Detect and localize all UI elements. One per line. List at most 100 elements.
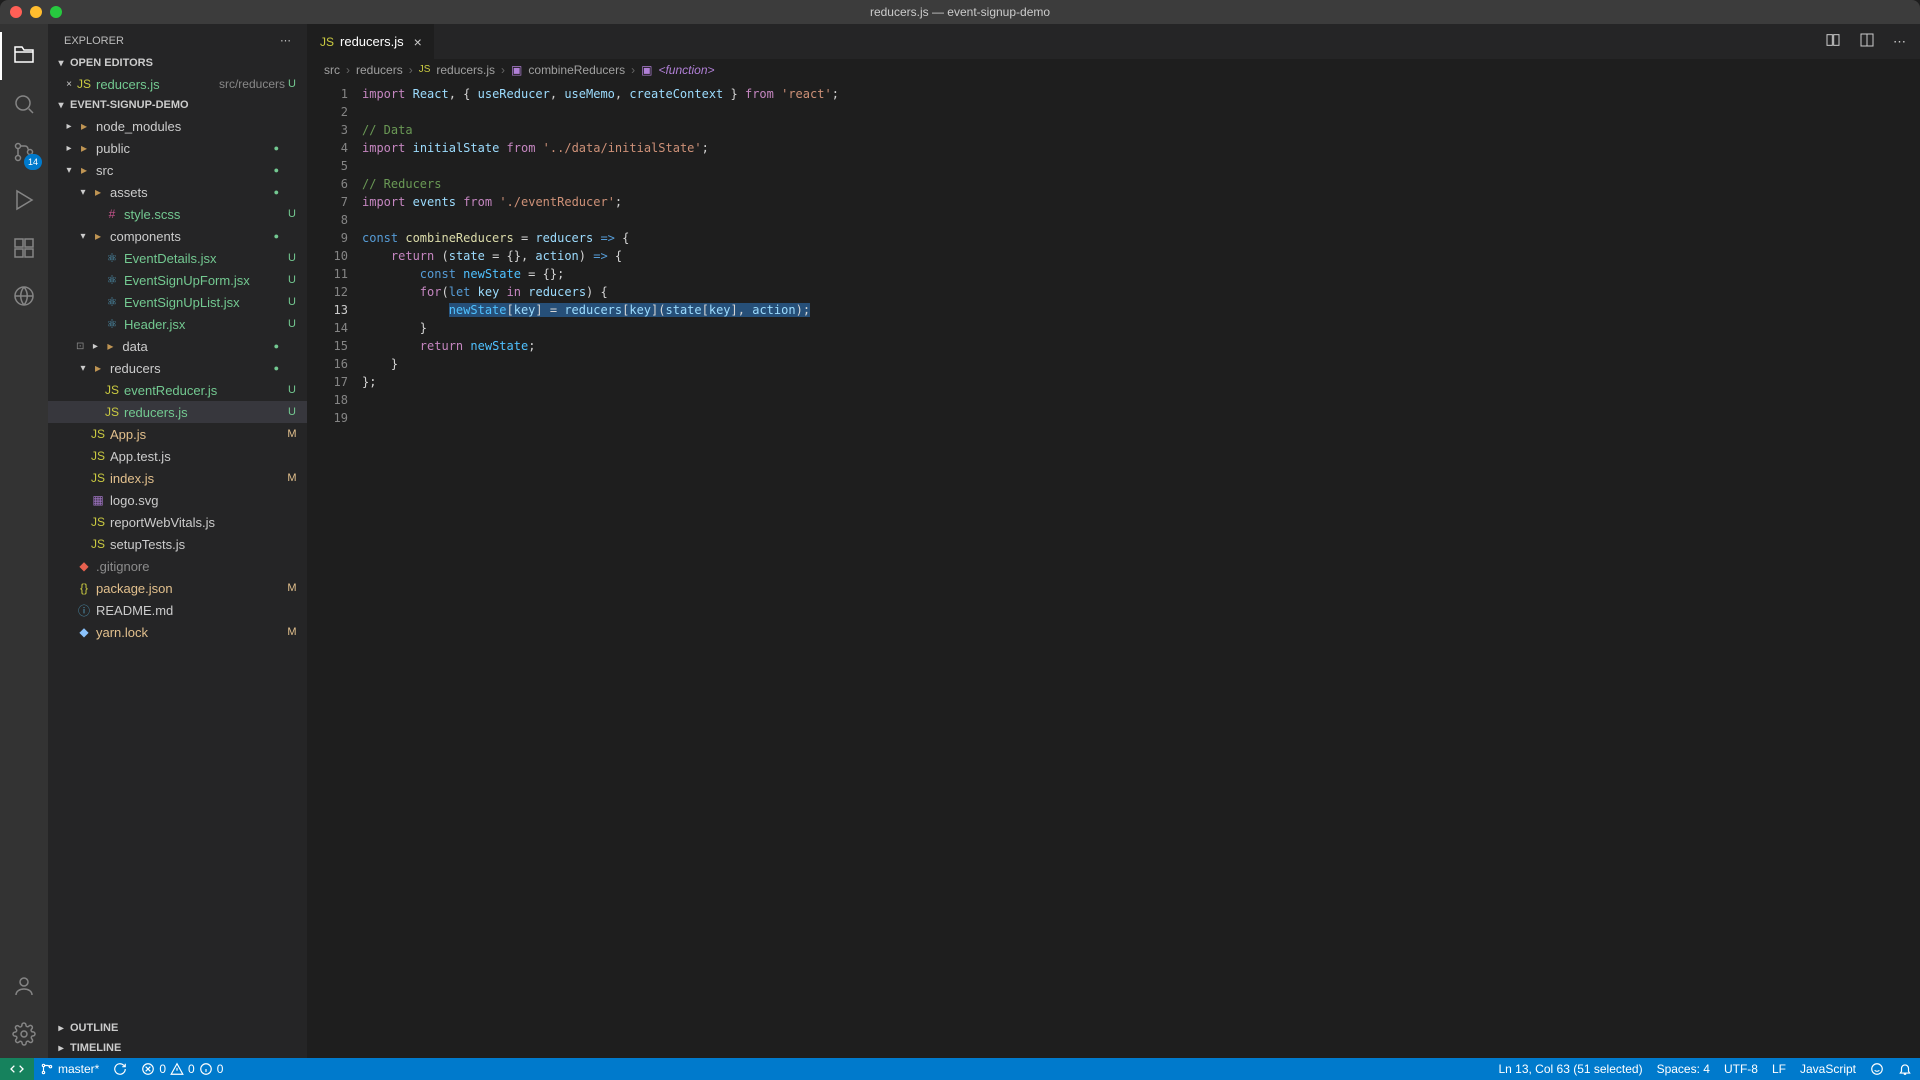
folder-item[interactable]: ⊡▸▸data● <box>48 335 307 357</box>
file-item[interactable]: ⓘREADME.md <box>48 599 307 621</box>
file-item[interactable]: JSeventReducer.jsU <box>48 379 307 401</box>
sidebar-more-icon[interactable]: ⋯ <box>280 34 291 47</box>
notifications-icon[interactable] <box>1898 1062 1912 1076</box>
file-item[interactable]: ▦logo.svg <box>48 489 307 511</box>
close-tab-icon[interactable]: × <box>414 34 422 50</box>
file-item[interactable]: JSApp.test.js <box>48 445 307 467</box>
explorer-icon[interactable] <box>0 32 48 80</box>
code-line[interactable]: for(let key in reducers) { <box>358 283 1920 301</box>
split-editor-icon[interactable] <box>1859 32 1875 51</box>
chevron-down-icon[interactable]: ▾ <box>76 363 90 374</box>
project-section[interactable]: ▾ EVENT-SIGNUP-DEMO <box>48 95 307 115</box>
open-editor-item[interactable]: ×JSreducers.jssrc/reducersU <box>48 73 307 95</box>
folder-item[interactable]: ▾▸reducers● <box>48 357 307 379</box>
code-line[interactable]: import initialState from '../data/initia… <box>358 139 1920 157</box>
code-line[interactable]: const newState = {}; <box>358 265 1920 283</box>
code-line[interactable] <box>358 391 1920 409</box>
encoding[interactable]: UTF-8 <box>1724 1062 1758 1076</box>
compare-changes-icon[interactable] <box>1825 32 1841 51</box>
chevron-down-icon[interactable]: ▾ <box>76 231 90 242</box>
more-actions-icon[interactable]: ⋯ <box>1893 34 1906 50</box>
run-debug-icon[interactable] <box>0 176 48 224</box>
extensions-icon[interactable] <box>0 224 48 272</box>
open-editors-section[interactable]: ▾ OPEN EDITORS <box>48 53 307 73</box>
chevron-right-icon[interactable]: ▸ <box>62 143 76 154</box>
file-item[interactable]: JSreducers.jsU <box>48 401 307 423</box>
code-line[interactable]: } <box>358 355 1920 373</box>
code-line[interactable]: const combineReducers = reducers => { <box>358 229 1920 247</box>
eol[interactable]: LF <box>1772 1062 1786 1076</box>
file-item[interactable]: JSsetupTests.js <box>48 533 307 555</box>
remote-indicator-icon[interactable] <box>0 1058 34 1080</box>
open-editors-label: OPEN EDITORS <box>70 57 153 69</box>
breadcrumb-item[interactable]: reducers <box>356 63 403 77</box>
code-line[interactable]: // Data <box>358 121 1920 139</box>
git-status: U <box>285 384 299 396</box>
file-item[interactable]: JSreportWebVitals.js <box>48 511 307 533</box>
breadcrumb-symbol[interactable]: <function> <box>658 63 714 77</box>
outline-section[interactable]: ▸ OUTLINE <box>48 1018 307 1038</box>
indentation[interactable]: Spaces: 4 <box>1657 1062 1710 1076</box>
cursor-position[interactable]: Ln 13, Col 63 (51 selected) <box>1498 1062 1642 1076</box>
settings-gear-icon[interactable] <box>0 1010 48 1058</box>
code-line[interactable]: }; <box>358 373 1920 391</box>
code-line[interactable]: // Reducers <box>358 175 1920 193</box>
breadcrumb[interactable]: src › reducers › JS reducers.js › ▣ comb… <box>308 59 1920 81</box>
code-line[interactable]: } <box>358 319 1920 337</box>
file-item[interactable]: ⚛Header.jsxU <box>48 313 307 335</box>
breadcrumb-item[interactable]: src <box>324 63 340 77</box>
folder-item[interactable]: ▾▸assets● <box>48 181 307 203</box>
file-item[interactable]: ◆.gitignore <box>48 555 307 577</box>
file-item[interactable]: #style.scssU <box>48 203 307 225</box>
code-editor[interactable]: 12345678910111213💡141516171819 import Re… <box>308 81 1920 1058</box>
feedback-icon[interactable] <box>1870 1062 1884 1076</box>
accounts-icon[interactable] <box>0 962 48 1010</box>
breadcrumb-item[interactable]: reducers.js <box>436 63 495 77</box>
search-icon[interactable] <box>0 80 48 128</box>
code-line[interactable] <box>358 409 1920 427</box>
code-line[interactable]: import events from './eventReducer'; <box>358 193 1920 211</box>
code-line[interactable] <box>358 211 1920 229</box>
chevron-down-icon[interactable]: ▾ <box>76 187 90 198</box>
file-item[interactable]: ⚛EventDetails.jsxU <box>48 247 307 269</box>
code-content[interactable]: import React, { useReducer, useMemo, cre… <box>358 81 1920 1058</box>
modified-dot-icon: ● <box>274 231 279 241</box>
folder-item[interactable]: ▾▸src● <box>48 159 307 181</box>
close-window-icon[interactable] <box>10 6 22 18</box>
item-label: src <box>96 163 274 178</box>
language-mode[interactable]: JavaScript <box>1800 1062 1856 1076</box>
remote-icon[interactable] <box>0 272 48 320</box>
file-item[interactable]: ⚛EventSignUpForm.jsxU <box>48 269 307 291</box>
maximize-window-icon[interactable] <box>50 6 62 18</box>
file-item[interactable]: ◆yarn.lockM <box>48 621 307 643</box>
file-item[interactable]: {}package.jsonM <box>48 577 307 599</box>
folder-item[interactable]: ▾▸components● <box>48 225 307 247</box>
timeline-section[interactable]: ▸ TIMELINE <box>48 1038 307 1058</box>
file-item[interactable]: JSApp.jsM <box>48 423 307 445</box>
code-line[interactable]: newState[key] = reducers[key](state[key]… <box>358 301 1920 319</box>
outline-label: OUTLINE <box>70 1022 118 1034</box>
minimize-window-icon[interactable] <box>30 6 42 18</box>
code-line[interactable] <box>358 157 1920 175</box>
code-line[interactable]: return newState; <box>358 337 1920 355</box>
item-label: Header.jsx <box>124 317 285 332</box>
breadcrumb-symbol[interactable]: combineReducers <box>528 63 625 77</box>
tab-reducers[interactable]: JS reducers.js × <box>308 24 435 59</box>
code-line[interactable]: return (state = {}, action) => { <box>358 247 1920 265</box>
sidebar: EXPLORER ⋯ ▾ OPEN EDITORS ×JSreducers.js… <box>48 24 308 1058</box>
chevron-down-icon[interactable]: ▾ <box>62 165 76 176</box>
file-item[interactable]: JSindex.jsM <box>48 467 307 489</box>
code-line[interactable] <box>358 103 1920 121</box>
lightbulb-icon[interactable]: 💡 <box>308 302 310 320</box>
sync-icon[interactable] <box>113 1062 127 1076</box>
chevron-right-icon[interactable]: ▸ <box>62 121 76 132</box>
file-item[interactable]: ⚛EventSignUpList.jsxU <box>48 291 307 313</box>
folder-item[interactable]: ▸▸node_modules <box>48 115 307 137</box>
source-control-icon[interactable]: 14 <box>0 128 48 176</box>
close-editor-icon[interactable]: × <box>62 79 76 90</box>
chevron-right-icon[interactable]: ▸ <box>88 341 102 352</box>
code-line[interactable]: import React, { useReducer, useMemo, cre… <box>358 85 1920 103</box>
git-branch[interactable]: master* <box>40 1062 99 1076</box>
problems[interactable]: 0 0 0 <box>141 1062 223 1076</box>
folder-item[interactable]: ▸▸public● <box>48 137 307 159</box>
